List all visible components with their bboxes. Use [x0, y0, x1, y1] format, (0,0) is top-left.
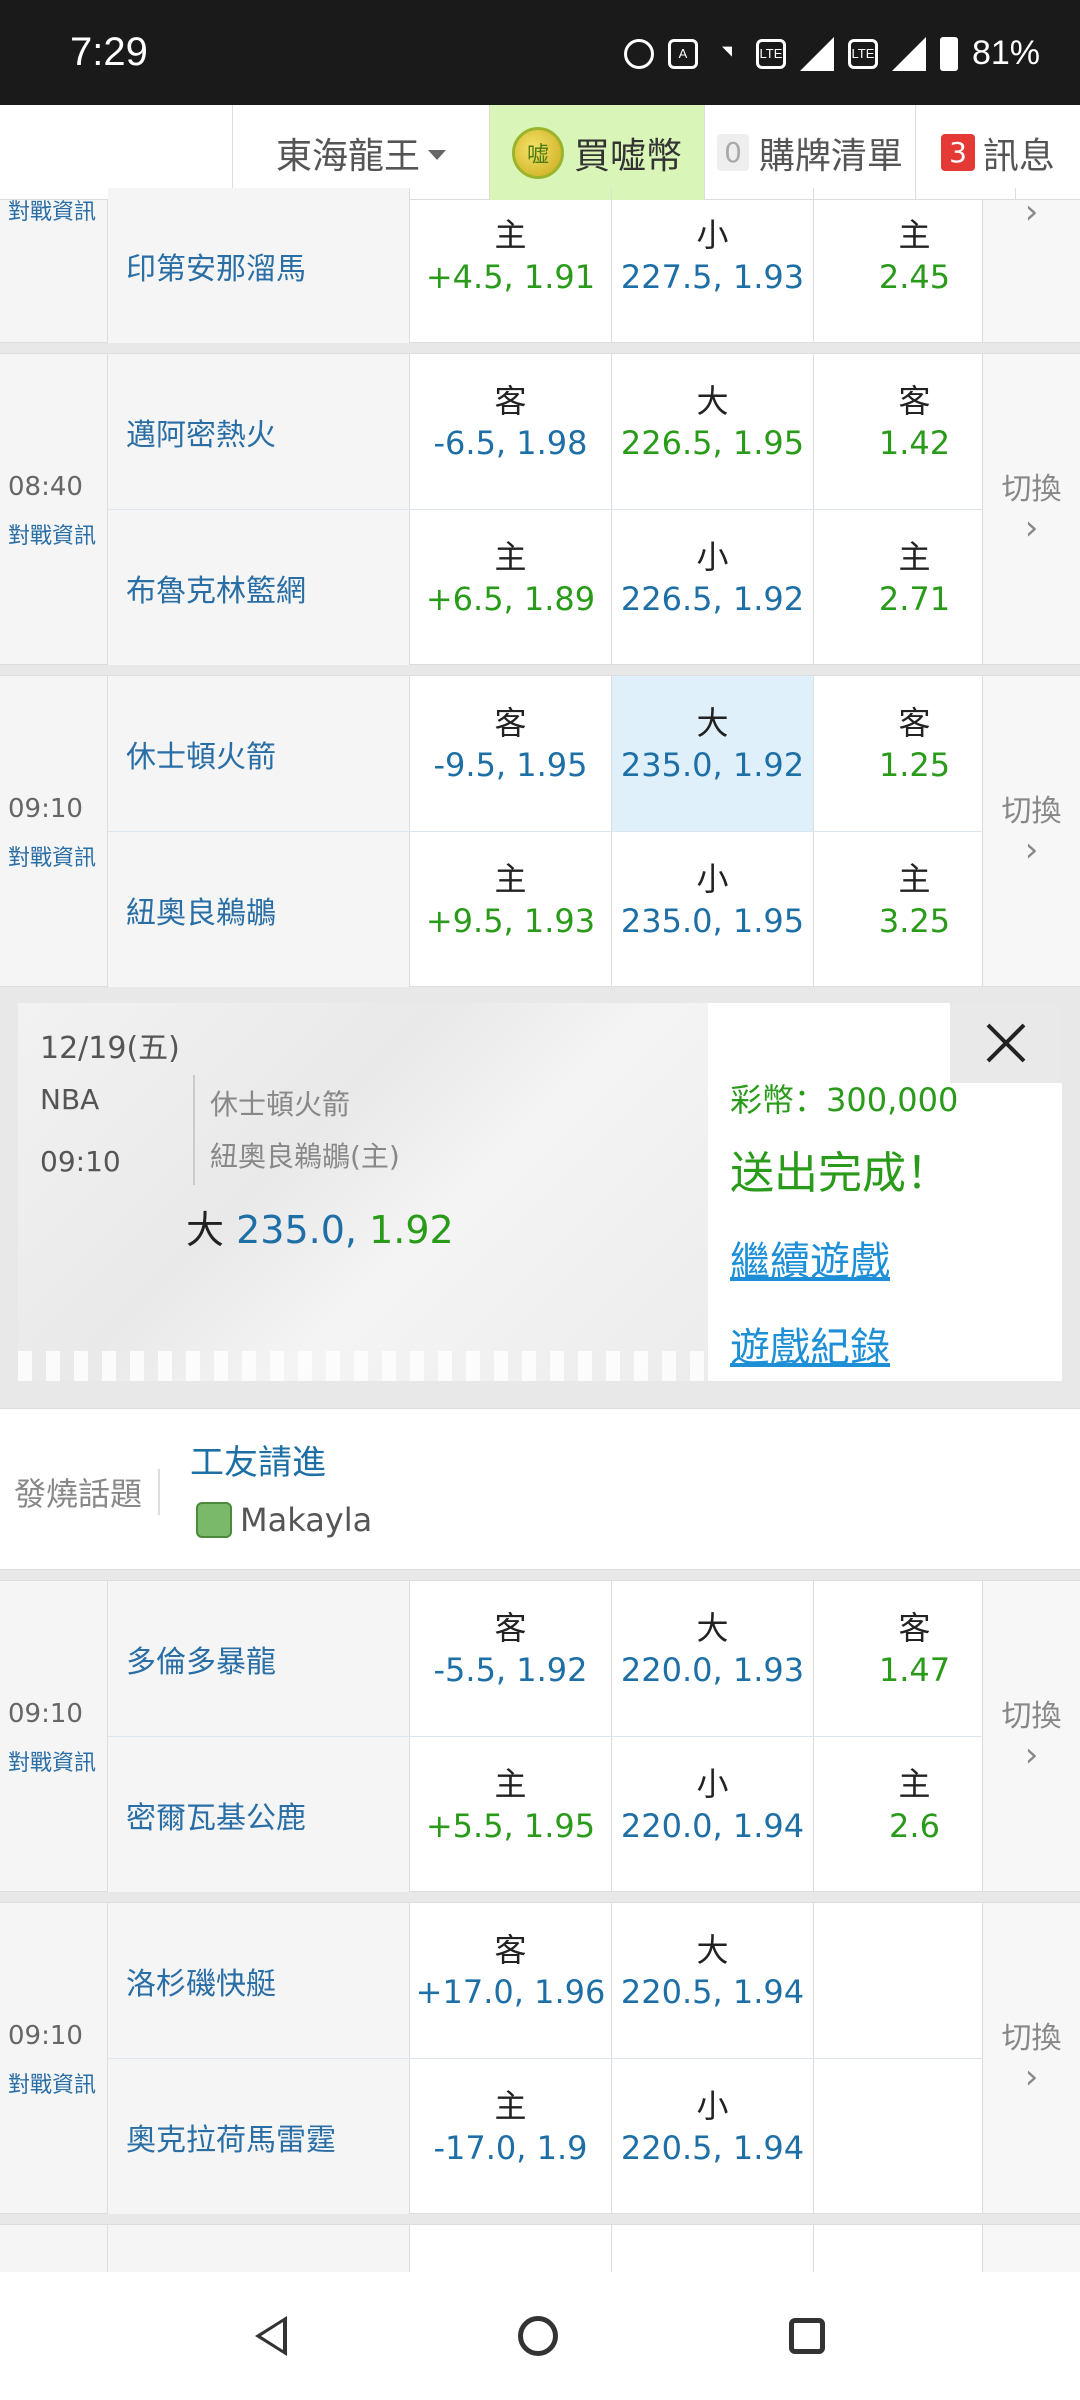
- game-time: 08:40: [8, 472, 83, 502]
- system-nav-bar: [0, 2272, 1080, 2400]
- bet-confirmation-panel: 12/19(五) NBA 09:10 休士頓火箭 紐奧良鵜鶘(主) 大 235.…: [18, 1003, 1062, 1381]
- switch-button[interactable]: 切換 ›: [982, 1903, 1080, 2213]
- total-cell[interactable]: 小 220.0, 1.94: [612, 1737, 814, 1892]
- volte-icon: LTE: [755, 38, 786, 69]
- spread-cell[interactable]: 主 +5.5, 1.95: [410, 1737, 612, 1892]
- home-team: 奧克拉荷馬雷霆: [108, 2059, 410, 2214]
- chevron-right-icon: ›: [1024, 1735, 1039, 1775]
- matchup-info-link[interactable]: 對戰資訊: [8, 1745, 96, 1777]
- hot-topic-label: 發燒話題: [14, 1469, 161, 1515]
- away-team: 休士頓火箭: [108, 676, 410, 831]
- total-cell[interactable]: 小 235.0, 1.95: [612, 832, 814, 987]
- spread-cell[interactable]: 客 -6.5, 1.98: [410, 354, 612, 509]
- game-row: 09:10 對戰資訊 洛杉磯快艇 客 +17.0, 1.96 大 220.5, …: [0, 1902, 1080, 2214]
- game-row: 09:10 對戰資訊 休士頓火箭 客 -9.5, 1.95 大 235.0, 1…: [0, 675, 1080, 987]
- total-cell[interactable]: 小 227.5, 1.93: [612, 188, 814, 343]
- switch-button[interactable]: 切換 ›: [982, 676, 1080, 986]
- signal-icon: [799, 36, 834, 71]
- game-history-link[interactable]: 遊戲紀錄: [730, 1315, 958, 1373]
- spread-cell[interactable]: 主 +4.5, 1.91: [410, 188, 612, 343]
- cart-button[interactable]: 0 購牌清單: [704, 105, 916, 200]
- game-row: 08:40 對戰資訊 邁阿密熱火 客 -6.5, 1.98 大 226.5, 1…: [0, 353, 1080, 665]
- away-team: 洛杉磯快艇: [108, 1903, 410, 2058]
- hot-topic: 發燒話題 工友請進 Makayla: [0, 1408, 1080, 1570]
- back-icon[interactable]: [255, 2316, 288, 2356]
- chevron-right-icon: ›: [1024, 192, 1039, 232]
- spread-cell[interactable]: 客 -9.5, 1.95: [410, 676, 612, 831]
- total-cell[interactable]: 小 226.5, 1.92: [612, 510, 814, 665]
- game-row: 對戰資訊 印第安那溜馬 主 +4.5, 1.91 小 227.5, 1.93 主…: [0, 188, 1080, 343]
- top-nav: 東海龍王 嘘 買嘘幣 0 購牌清單 3 訊息: [0, 105, 1080, 200]
- switch-button[interactable]: 切換 ›: [982, 1581, 1080, 1891]
- spread-cell[interactable]: 客 +17.0, 1.96: [410, 1903, 612, 2058]
- cart-label: 購牌清單: [758, 135, 903, 177]
- chevron-right-icon: ›: [1024, 2057, 1039, 2097]
- total-cell[interactable]: 大 226.5, 1.95: [612, 354, 814, 509]
- total-cell[interactable]: 大 220.5, 1.94: [612, 1903, 814, 2058]
- home-icon[interactable]: [517, 2316, 558, 2356]
- home-team: 密爾瓦基公鹿: [108, 1737, 410, 1892]
- auto-icon: A: [667, 38, 698, 69]
- username: 東海龍王: [275, 135, 420, 177]
- topic-author[interactable]: Makayla: [196, 1501, 372, 1539]
- battery-level: 81%: [971, 34, 1040, 72]
- total-cell[interactable]: 小 220.5, 1.94: [612, 2059, 814, 2214]
- switch-button[interactable]: 切換 ›: [982, 354, 1080, 664]
- wifi-icon: ◥: [721, 42, 732, 58]
- battery-icon: [939, 36, 958, 71]
- home-team: 布魯克林籃網: [108, 510, 410, 665]
- matchup-info-link[interactable]: 對戰資訊: [8, 194, 96, 226]
- close-button[interactable]: [950, 1003, 1062, 1083]
- buy-coins-button[interactable]: 嘘 買嘘幣: [490, 105, 704, 200]
- spread-cell[interactable]: 主 +9.5, 1.93: [410, 832, 612, 987]
- matchup-info-link[interactable]: 對戰資訊: [8, 840, 96, 872]
- home-team: 印第安那溜馬: [108, 188, 410, 343]
- switch-button[interactable]: ›: [982, 192, 1080, 342]
- bet-team-away: 休士頓火箭: [210, 1088, 351, 1121]
- bet-time: 09:10: [40, 1145, 121, 1178]
- total-cell[interactable]: 大 220.0, 1.93: [612, 1581, 814, 1736]
- bet-pick: 大 235.0, 1.92: [186, 1208, 454, 1252]
- cart-count-badge: 0: [717, 134, 749, 171]
- chevron-right-icon: ›: [1024, 830, 1039, 870]
- game-row: 09:10 對戰資訊 多倫多暴龍 客 -5.5, 1.92 大 220.0, 1…: [0, 1580, 1080, 1892]
- caret-down-icon: [428, 149, 446, 160]
- game-time: 09:10: [8, 794, 83, 824]
- avatar: [196, 1502, 232, 1538]
- spread-cell[interactable]: 主 +6.5, 1.89: [410, 510, 612, 665]
- game-time: 09:10: [8, 2021, 83, 2051]
- clock: 7:29: [70, 30, 148, 74]
- coin-icon: 嘘: [511, 126, 564, 179]
- matchup-info-link[interactable]: 對戰資訊: [8, 2067, 96, 2099]
- total-cell-selected[interactable]: 大 235.0, 1.92: [612, 676, 814, 831]
- topic-title-link[interactable]: 工友請進: [190, 1435, 326, 1484]
- coin-balance: 彩幣：300,000: [730, 1081, 959, 1119]
- spread-cell[interactable]: 主 -17.0, 1.9: [410, 2059, 612, 2214]
- volte-icon: LTE: [847, 38, 878, 69]
- buy-coins-label: 買嘘幣: [573, 135, 682, 177]
- status-bar: 7:29 A ◥ LTE LTE 81%: [0, 0, 1080, 105]
- bet-date: 12/19(五): [40, 1031, 180, 1066]
- messages-label: 訊息: [982, 135, 1055, 177]
- close-icon: [986, 1023, 1026, 1063]
- messages-button[interactable]: 3 訊息: [916, 105, 1080, 200]
- signal-icon: [891, 36, 926, 71]
- alarm-icon: [623, 38, 654, 69]
- spread-cell[interactable]: 客 -5.5, 1.92: [410, 1581, 612, 1736]
- user-menu[interactable]: 東海龍王: [232, 105, 490, 200]
- recents-icon[interactable]: [788, 2318, 825, 2354]
- submit-success-text: 送出完成！: [730, 1148, 950, 1199]
- chevron-right-icon: ›: [1024, 508, 1039, 548]
- bet-team-home: 紐奧良鵜鶘(主): [210, 1140, 400, 1173]
- away-team: 邁阿密熱火: [108, 354, 410, 509]
- message-count-badge: 3: [941, 134, 975, 171]
- game-time: 09:10: [8, 1699, 83, 1729]
- away-team: 多倫多暴龍: [108, 1581, 410, 1736]
- matchup-info-link[interactable]: 對戰資訊: [8, 518, 96, 550]
- bet-league: NBA: [40, 1083, 100, 1116]
- home-team: 紐奧良鵜鶘: [108, 832, 410, 987]
- continue-game-link[interactable]: 繼續遊戲: [730, 1229, 958, 1287]
